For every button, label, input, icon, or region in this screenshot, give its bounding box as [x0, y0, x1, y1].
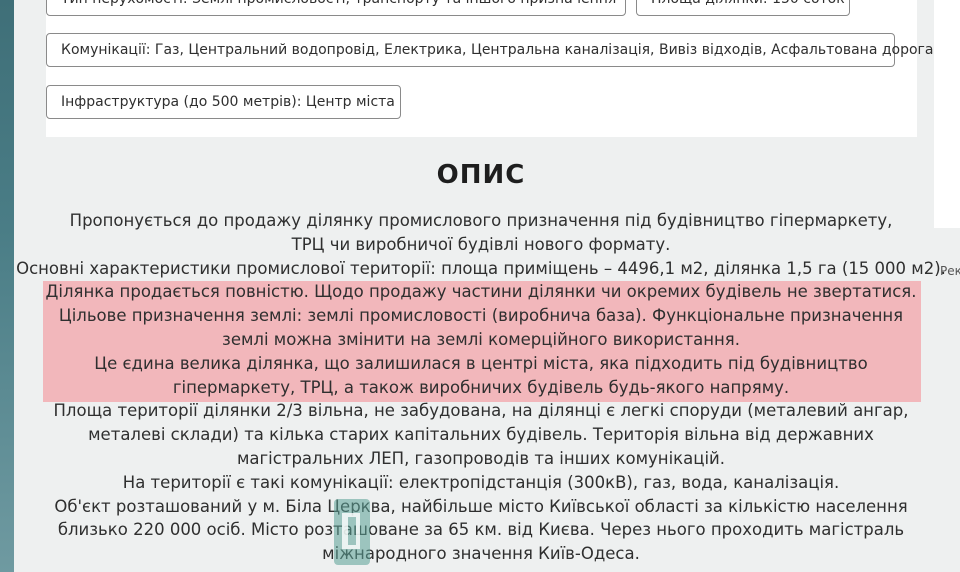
- property-features-card: Тип нерухомості: Землі промисловості, тр…: [46, 0, 933, 137]
- desc-paragraph: Ділянка продається повністю. Щодо продаж…: [45, 282, 917, 302]
- tag-property-type[interactable]: Тип нерухомості: Землі промисловості, тр…: [46, 0, 626, 16]
- section-title: ОПИС: [436, 160, 526, 190]
- watermark-logo-icon: [334, 499, 370, 565]
- tag-plot-area[interactable]: Площа ділянки: 150 соток: [636, 0, 850, 16]
- desc-paragraph: На території є такі комунікації: електро…: [122, 472, 840, 492]
- tag-infrastructure[interactable]: Інфраструктура (до 500 метрів): Центр мі…: [46, 85, 401, 119]
- desc-paragraph: Об'єкт розташований у м. Біла Церква, на…: [54, 496, 908, 564]
- desc-paragraph: Пропонується до продажу ділянку промисло…: [69, 211, 893, 254]
- desc-paragraph: Це єдина велика ділянка, що залишилася в…: [94, 353, 868, 397]
- desc-paragraph: Цільове призначення землі: землі промисл…: [58, 306, 904, 349]
- desc-paragraph: Основні характеристики промислової терит…: [16, 258, 946, 278]
- right-sidebar-panel: [934, 0, 960, 228]
- description-text: Пропонується до продажу ділянку промисло…: [0, 209, 960, 566]
- tag-communications[interactable]: Комунікації: Газ, Центральний водопровід…: [46, 33, 933, 67]
- desc-paragraph: Площа території ділянки 2/3 вільна, не з…: [53, 401, 909, 468]
